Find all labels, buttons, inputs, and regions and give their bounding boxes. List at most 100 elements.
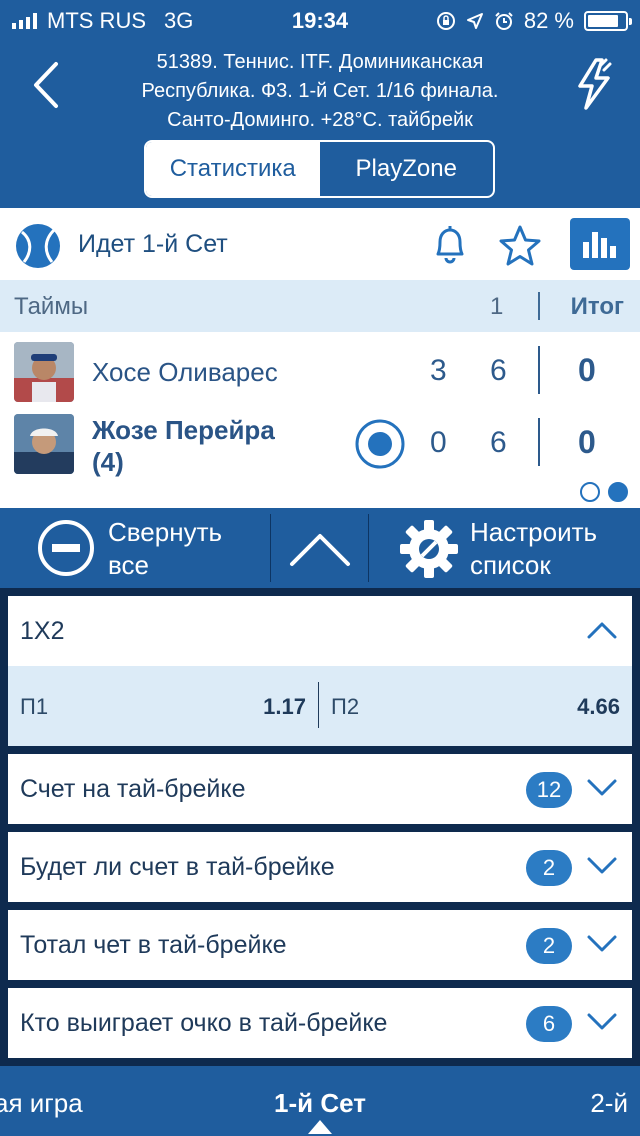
column-divider [538,292,540,320]
total-label: Итог [570,293,624,320]
collapse-all-label-line: все [108,550,149,580]
chevron-up-icon [290,534,350,566]
market-count-badge: 12 [526,772,572,808]
scroll-up-button[interactable] [272,508,368,588]
view-switcher: Статистика PlayZone [144,140,495,198]
market-count-badge: 2 [526,850,572,886]
customize-list-label: Настроить список [470,516,597,582]
player-set-score: 6 [490,426,507,459]
player-set-score: 6 [490,354,507,387]
odd-label: П1 [20,694,49,719]
sets-label: Таймы [14,293,89,320]
tennis-ball-icon [16,224,60,268]
period-navigator: ая игра 1-й Сет 2-й [0,1066,640,1136]
score-panel: Идет 1-й Сет Таймы 1 Итог Хосе Оливарес … [0,208,640,508]
back-icon [34,62,58,108]
tab-playzone[interactable]: PlayZone [320,142,494,196]
set-number: 1 [490,293,504,320]
tab-statistics[interactable]: Статистика [146,142,320,196]
odd-value: 4.66 [577,694,620,719]
battery-percent: 82 % [523,8,574,33]
market-title: Счет на тай-брейке [20,775,246,803]
match-header: 51389. Теннис. ITF. Доминиканская Респуб… [0,40,640,208]
stats-icon [583,232,616,258]
serve-icon [355,419,405,469]
match-title-line: Санто-Доминго. +28°C. тайбрейк [167,109,473,131]
column-divider [538,346,540,394]
page-dot-active[interactable] [608,482,628,502]
status-bar: MTS RUS 3G 19:34 82 % [0,0,640,40]
battery-icon [584,11,632,31]
period-current[interactable]: 1-й Сет [0,1088,640,1119]
market-header: Тотал чет в тай-брейке 2 [8,910,632,980]
player-name-line: Жозе Перейра [92,415,275,445]
customize-list-label-line: список [470,550,551,580]
back-button[interactable] [26,60,70,110]
match-title: 51389. Теннис. ITF. Доминиканская Респуб… [92,48,548,135]
player-seed: (4) [92,447,124,477]
favorite-button[interactable] [496,222,544,270]
match-title-line: 51389. Теннис. ITF. Доминиканская [156,51,484,73]
market-header: Счет на тай-брейке 12 [8,754,632,824]
avatar [14,414,74,474]
market-header: Кто выиграет очко в тай-брейке 6 [8,988,632,1058]
chevron-up-icon [587,622,617,639]
status-right: 82 % [436,8,632,34]
market-card[interactable]: Тотал чет в тай-брейке 2 [8,910,632,980]
odd-p2-button[interactable]: П2 4.66 [319,666,632,746]
chevron-down-icon [587,857,617,874]
market-card[interactable]: Будет ли счет в тай-брейке 2 [8,832,632,902]
live-status-text: Идет 1-й Сет [78,230,228,258]
market-card-1x2: 1X2 П1 1.17 П2 4.66 [8,596,632,746]
live-status-bar: Идет 1-й Сет [0,208,640,280]
market-card[interactable]: Кто выиграет очко в тай-брейке 6 [8,988,632,1058]
player-games: 3 [430,354,447,387]
notify-button[interactable] [428,222,472,266]
player-row: Жозе Перейра (4) 0 6 0 [0,408,640,482]
customize-list-button[interactable]: Настроить список [370,508,640,588]
odd-label: П2 [331,694,360,719]
current-period-indicator [308,1120,332,1134]
lightning-icon [578,58,612,110]
quick-bet-button[interactable] [572,56,616,112]
player-row: Хосе Оливарес 3 6 0 [0,336,640,410]
toolbar-divider [368,514,369,582]
collapse-all-label: Свернуть все [108,516,222,582]
player-name: Хосе Оливарес [92,357,278,387]
page-dot[interactable] [580,482,600,502]
period-next[interactable]: 2-й [590,1088,628,1119]
player-total: 0 [578,352,596,388]
market-title: Тотал чет в тай-брейке [20,931,287,959]
chevron-down-icon [587,1013,617,1030]
chevron-down-icon [587,935,617,952]
market-card[interactable]: Счет на тай-брейке 12 [8,754,632,824]
customize-list-label-line: Настроить [470,517,598,547]
page-indicator [580,482,628,502]
chevron-down-icon [587,779,617,796]
collapse-all-label-line: Свернуть [108,517,223,547]
odd-value: 1.17 [263,694,306,719]
market-count-badge: 6 [526,1006,572,1042]
odd-p1-button[interactable]: П1 1.17 [8,666,318,746]
column-divider [538,418,540,466]
collapse-icon [38,520,94,576]
star-icon [499,225,541,266]
market-title: 1X2 [20,617,65,645]
market-header: Будет ли счет в тай-брейке 2 [8,832,632,902]
rotation-lock-icon [436,12,455,30]
market-header[interactable]: 1X2 [8,596,632,666]
toolbar-divider [270,514,271,582]
player-name: Жозе Перейра (4) [92,414,275,478]
player-total: 0 [578,424,596,460]
market-title: Будет ли счет в тай-брейке [20,853,335,881]
match-title-line: Республика. Ф3. 1-й Сет. 1/16 финала. [141,80,499,102]
stats-button[interactable] [570,218,630,270]
bell-icon [436,226,464,264]
location-icon [466,13,483,29]
collapse-all-button[interactable]: Свернуть все [0,508,270,588]
odds-row: П1 1.17 П2 4.66 [8,666,632,746]
market-title: Кто выиграет очко в тай-брейке [20,1009,388,1037]
player-games: 0 [430,426,447,459]
markets-toolbar: Свернуть все Настроить список [0,508,640,588]
alarm-icon [495,12,513,30]
